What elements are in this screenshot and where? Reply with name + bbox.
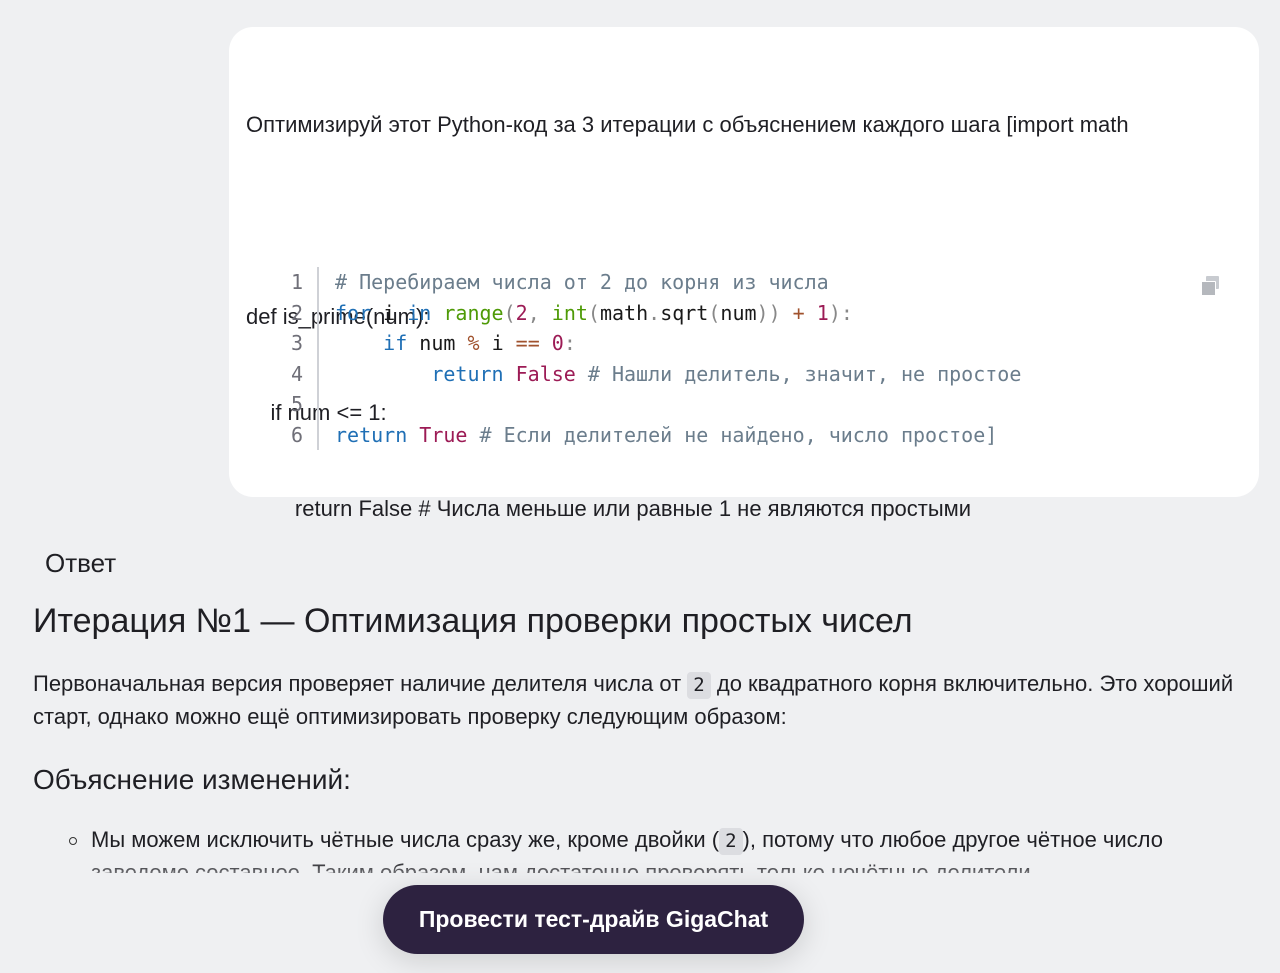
line-number: 5: [269, 389, 319, 420]
code-line: 3 if num % i == 0:: [269, 328, 1229, 359]
section-subtitle: Объяснение изменений:: [33, 764, 351, 795]
line-number: 2: [269, 297, 319, 328]
code-comment: # Перебираем числа от 2 до корня из числ…: [335, 270, 829, 294]
answer-paragraph: Первоначальная версия проверяет наличие …: [33, 671, 1234, 729]
code-line: 1 # Перебираем числа от 2 до корня из чи…: [269, 267, 1229, 298]
prompt-line: Оптимизируй этот Python-код за 3 итераци…: [246, 112, 1129, 137]
code-line: 2 for i in range(2, int(math.sqrt(num)) …: [269, 297, 1229, 328]
code-text: for i in range(2, int(math.sqrt(num)) + …: [335, 300, 853, 325]
code-line: 6 return True # Если делителей не найден…: [269, 419, 1229, 450]
answer-label: Ответ: [45, 548, 117, 578]
line-number: 1: [269, 267, 319, 298]
user-message-bubble: Оптимизируй этот Python-код за 3 итераци…: [229, 27, 1259, 521]
code-line: 5: [269, 389, 1229, 420]
code-line: 4 return False # Нашли делитель, значит,…: [269, 358, 1229, 389]
code-block: 1 # Перебираем числа от 2 до корня из чи…: [269, 267, 1229, 450]
prompt-line: return False # Числа меньше или равные 1…: [246, 496, 972, 521]
line-number: 3: [269, 328, 319, 359]
code-comment: # Если делителей не найдено, число прост…: [479, 422, 998, 447]
prompt-line: [246, 205, 1246, 237]
bullet-marker: [69, 837, 77, 845]
inline-code: 2: [687, 672, 711, 699]
test-drive-button[interactable]: Провести тест-драйв GigaChat: [383, 885, 804, 954]
inline-code: 2: [719, 828, 743, 855]
code-comment: # Нашли делитель, значит, не простое: [587, 361, 1022, 386]
code-text: if num % i == 0:: [383, 331, 576, 355]
code-text: return True # Если делителей не найдено,…: [335, 422, 998, 447]
line-number: 4: [269, 358, 319, 389]
code-text: return False # Нашли делитель, значит, н…: [431, 361, 1022, 386]
iteration-title: Итерация №1 — Оптимизация проверки прост…: [33, 602, 913, 640]
copy-icon[interactable]: [1201, 276, 1221, 296]
line-number: 6: [269, 419, 319, 450]
